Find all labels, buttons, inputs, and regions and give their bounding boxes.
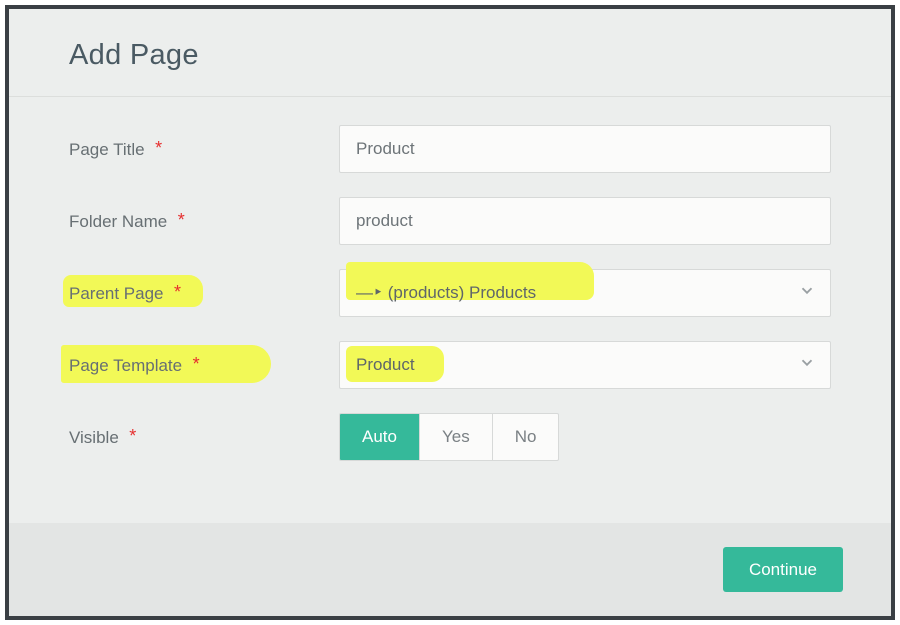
- label-page-title: Page Title: [69, 140, 145, 159]
- row-folder-name: Folder Name *: [69, 197, 831, 245]
- visible-toggle-group: Auto Yes No: [339, 413, 559, 461]
- page-title-input[interactable]: [339, 125, 831, 173]
- control-col: [339, 197, 831, 245]
- label-col: Visible *: [69, 427, 339, 448]
- chevron-down-icon: [798, 282, 816, 305]
- visible-option-auto[interactable]: Auto: [340, 414, 420, 460]
- modal-header: Add Page: [9, 9, 891, 96]
- chevron-down-icon: [798, 354, 816, 377]
- control-col: [339, 125, 831, 173]
- page-template-value: Product: [356, 355, 415, 375]
- label-col: Parent Page *: [69, 283, 339, 304]
- required-mark: *: [129, 426, 136, 446]
- control-col: —‣ (products) Products: [339, 269, 831, 317]
- required-mark: *: [193, 354, 200, 374]
- control-col: Product: [339, 341, 831, 389]
- required-mark: *: [155, 138, 162, 158]
- label-page-template: Page Template: [69, 356, 182, 375]
- label-parent-page: Parent Page: [69, 284, 164, 303]
- visible-option-no[interactable]: No: [493, 414, 559, 460]
- label-col: Folder Name *: [69, 211, 339, 232]
- required-mark: *: [178, 210, 185, 230]
- label-col: Page Title *: [69, 139, 339, 160]
- page-template-select[interactable]: Product: [339, 341, 831, 389]
- row-page-template: Page Template * Product: [69, 341, 831, 389]
- row-parent-page: Parent Page * —‣ (products) Products: [69, 269, 831, 317]
- modal-footer: Continue: [9, 523, 891, 616]
- continue-button[interactable]: Continue: [723, 547, 843, 592]
- page-title: Add Page: [69, 39, 831, 72]
- form: Page Title * Folder Name * Parent Page *: [9, 97, 891, 523]
- parent-page-select[interactable]: —‣ (products) Products: [339, 269, 831, 317]
- control-col: Auto Yes No: [339, 413, 831, 461]
- parent-page-value: —‣ (products) Products: [356, 283, 536, 303]
- row-page-title: Page Title *: [69, 125, 831, 173]
- label-col: Page Template *: [69, 355, 339, 376]
- visible-option-yes[interactable]: Yes: [420, 414, 493, 460]
- label-folder-name: Folder Name: [69, 212, 167, 231]
- folder-name-input[interactable]: [339, 197, 831, 245]
- required-mark: *: [174, 282, 181, 302]
- label-visible: Visible: [69, 428, 119, 447]
- row-visible: Visible * Auto Yes No: [69, 413, 831, 461]
- add-page-modal: Add Page Page Title * Folder Name *: [5, 5, 895, 620]
